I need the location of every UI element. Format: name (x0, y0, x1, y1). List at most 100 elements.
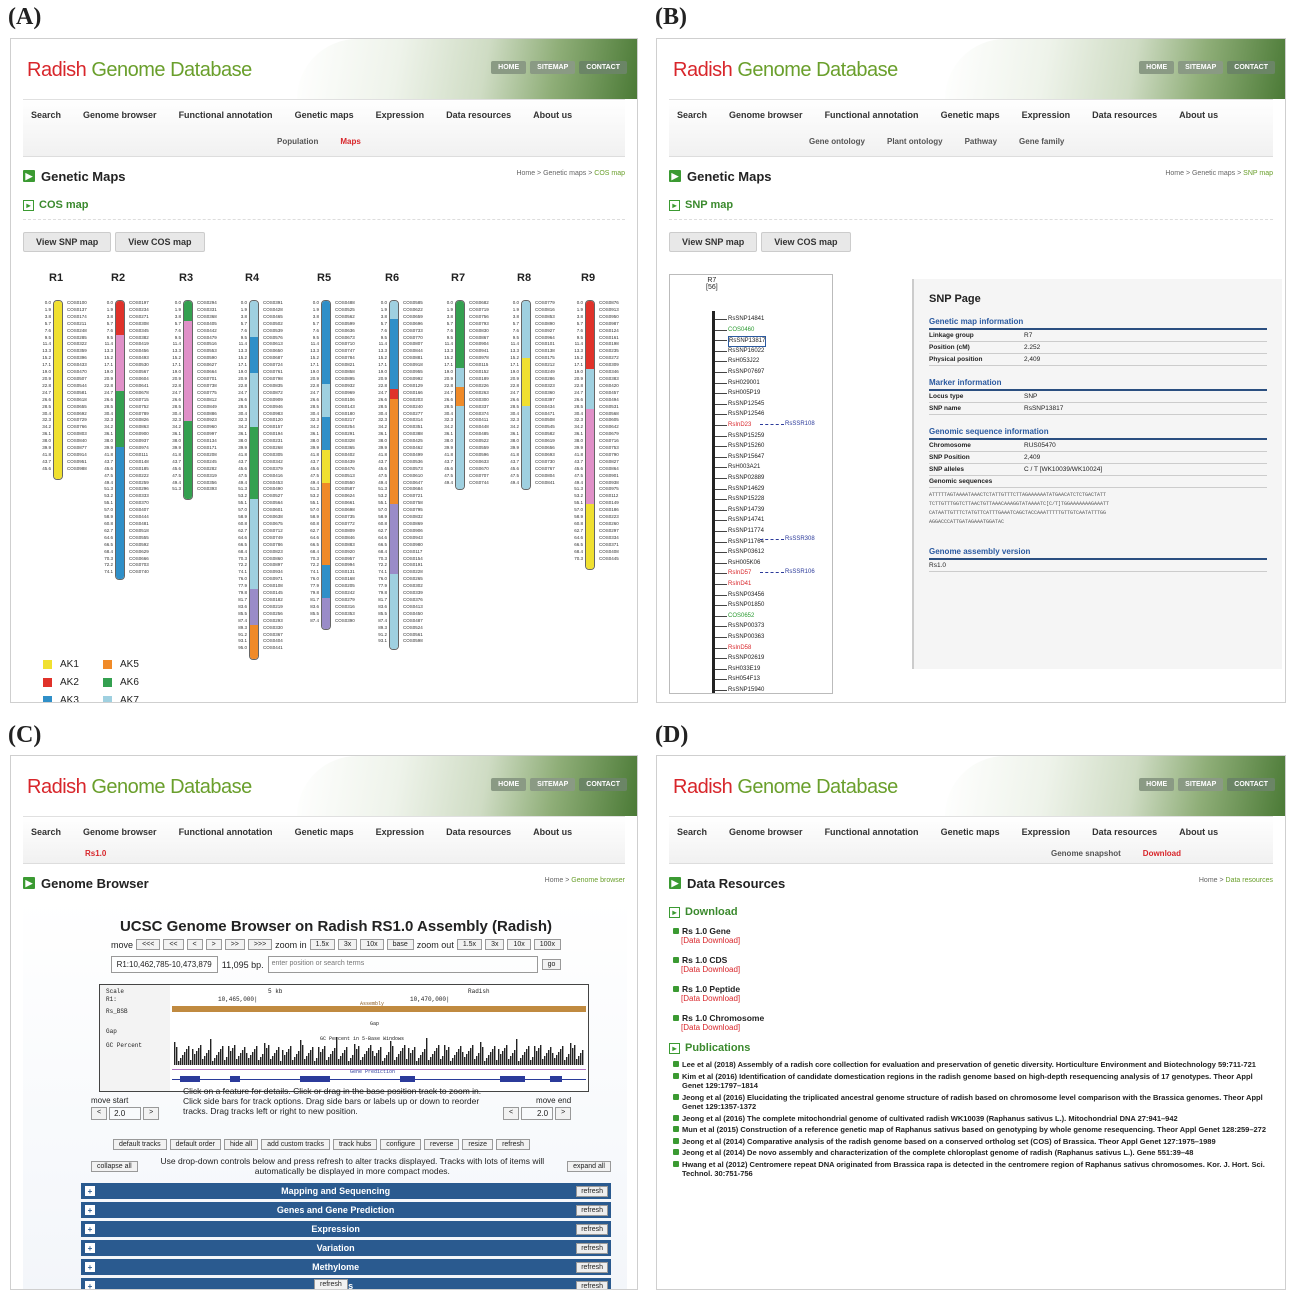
zoom-out-button[interactable]: 10x (507, 939, 531, 950)
marker-RsSNP00373[interactable]: RsSNP00373 (728, 622, 764, 631)
track-group[interactable]: + Expression refresh (81, 1221, 611, 1237)
nav-genetic-maps[interactable]: Genetic maps (295, 110, 354, 120)
refresh-button[interactable]: refresh (576, 1204, 608, 1216)
snp-linkage-map[interactable]: R7 [56] RsSNP14841 COS0460 RsSNP13817 RsSNP1… (669, 274, 833, 694)
data-download-link[interactable]: [Data Download] (681, 936, 740, 945)
tool-button[interactable]: resize (462, 1139, 494, 1150)
zoom-in-button[interactable]: 1.5x (309, 939, 335, 950)
move-button[interactable]: >> (224, 939, 245, 950)
move-end-right-button[interactable]: > (555, 1107, 572, 1120)
nav-genetic-maps[interactable]: Genetic maps (941, 827, 1000, 837)
marker-RsInD57[interactable]: RsInD57 (728, 569, 751, 578)
view-snp-map-button[interactable]: View SNP map (669, 232, 758, 252)
zoom-out-button[interactable]: 3x (485, 939, 505, 950)
marker-RsSNP11774[interactable]: RsSNP11774 (728, 527, 764, 536)
expand-icon[interactable]: + (85, 1243, 95, 1253)
marker-RsInD41[interactable]: RsInD41 (728, 580, 751, 589)
publication-item[interactable]: Jeong et al (2016) The complete mitochon… (673, 1114, 1269, 1124)
home-button[interactable]: HOME (491, 778, 527, 791)
tool-button[interactable]: add custom tracks (261, 1139, 330, 1150)
tool-button[interactable]: reverse (424, 1139, 460, 1150)
chromosome-R7[interactable] (455, 300, 465, 490)
marker-RsSNP14741[interactable]: RsSNP14741 (728, 516, 764, 525)
contact-button[interactable]: CONTACT (579, 778, 627, 791)
move-button[interactable]: << (163, 939, 184, 950)
marker-RsInD58[interactable]: RsInD58 (728, 644, 751, 653)
home-button[interactable]: HOME (491, 61, 527, 74)
move-end-left-button[interactable]: < (503, 1107, 520, 1120)
tool-button[interactable]: default tracks (113, 1139, 167, 1150)
subnav-genome-snapshot[interactable]: Genome snapshot (1051, 849, 1121, 858)
marker-RsSNP00363[interactable]: RsSNP00363 (728, 633, 764, 642)
move-end-input[interactable]: 2.0 (521, 1107, 554, 1120)
expand-icon[interactable]: + (85, 1205, 95, 1215)
view-cos-map-button[interactable]: View COS map (761, 232, 851, 252)
subnav-rs10[interactable]: Rs1.0 (85, 849, 106, 858)
side-marker[interactable]: RsSSR308 (785, 535, 815, 544)
expand-icon[interactable]: + (85, 1262, 95, 1272)
nav-data-resources[interactable]: Data resources (1092, 110, 1157, 120)
expand-icon[interactable]: + (85, 1186, 95, 1196)
tool-button[interactable]: track hubs (332, 1139, 378, 1150)
site-logo[interactable]: Radish Genome Database (673, 776, 898, 799)
tool-button[interactable]: configure (380, 1139, 422, 1150)
publication-item[interactable]: Jeong et al (2014) Comparative analysis … (673, 1137, 1269, 1147)
sitemap-button[interactable]: SITEMAP (530, 778, 576, 791)
track-group[interactable]: + Variation refresh (81, 1240, 611, 1256)
marker-RsSNP03456[interactable]: RsSNP03456 (728, 591, 764, 600)
sitemap-button[interactable]: SITEMAP (1178, 778, 1224, 791)
publication-item[interactable]: Jeong et al (2014) De novo assembly and … (673, 1148, 1269, 1158)
nav-about-us[interactable]: About us (1179, 110, 1218, 120)
marker-RsSNP14841[interactable]: RsSNP14841 (728, 315, 764, 324)
marker-RsH003A21[interactable]: RsH003A21 (728, 463, 760, 472)
move-button[interactable]: > (205, 939, 222, 950)
subnav-gene-family[interactable]: Gene family (1019, 137, 1064, 146)
nav-data-resources[interactable]: Data resources (1092, 827, 1157, 837)
nav-about-us[interactable]: About us (533, 110, 572, 120)
marker-RsSNP12545[interactable]: RsSNP12545 (728, 400, 764, 409)
move-button[interactable]: <<< (136, 939, 161, 950)
nav-search[interactable]: Search (677, 110, 707, 120)
subnav-maps[interactable]: Maps (340, 137, 360, 146)
chromosome-R6[interactable] (389, 300, 399, 650)
subnav-plant-ontology[interactable]: Plant ontology (887, 137, 943, 146)
zoom-in-button[interactable]: 3x (337, 939, 358, 950)
move-start-input[interactable]: 2.0 (109, 1107, 142, 1120)
home-button[interactable]: HOME (1139, 61, 1175, 74)
view-cos-map-button[interactable]: View COS map (115, 232, 205, 252)
chromosome-R9[interactable] (585, 300, 595, 570)
sitemap-button[interactable]: SITEMAP (1178, 61, 1224, 74)
marker-RsSNP14629[interactable]: RsSNP14629 (728, 485, 764, 494)
marker-RsInD23[interactable]: RsInD23 (728, 421, 751, 430)
refresh-button[interactable]: refresh (576, 1242, 608, 1254)
move-button[interactable]: >>> (247, 939, 273, 950)
view-snp-map-button[interactable]: View SNP map (23, 232, 112, 252)
site-logo[interactable]: Radish Genome Database (673, 59, 898, 82)
sitemap-button[interactable]: SITEMAP (530, 61, 576, 74)
marker-RsSNP15940[interactable]: RsSNP15940 (728, 686, 764, 693)
home-button[interactable]: HOME (1139, 778, 1175, 791)
track-image[interactable]: Scale R1: Rs_BSB Gap GC Percent 5 kb Radish 10,… (99, 984, 589, 1092)
publication-item[interactable]: Jeong et al (2016) Elucidating the tripl… (673, 1093, 1269, 1112)
go-button[interactable]: go (541, 959, 562, 970)
zoom-in-button[interactable]: base (386, 939, 414, 950)
tool-button[interactable]: refresh (496, 1139, 530, 1150)
marker-RsSNP07697[interactable]: RsSNP07697 (728, 368, 764, 377)
marker-RsH005K06[interactable]: RsH005K06 (728, 559, 760, 568)
tool-button[interactable]: default order (169, 1139, 221, 1150)
nav-functional-annotation[interactable]: Functional annotation (825, 110, 919, 120)
track-image-svg[interactable]: ScaleR1: Rs_BSB Gap GC Percent 5 kb Radish 10,… (100, 985, 588, 1091)
chromosome-R5[interactable] (321, 300, 331, 630)
expand-all-button[interactable]: expand all (567, 1160, 611, 1172)
nav-functional-annotation[interactable]: Functional annotation (179, 110, 273, 120)
nav-search[interactable]: Search (677, 827, 707, 837)
nav-functional-annotation[interactable]: Functional annotation (179, 827, 273, 837)
nav-genome-browser[interactable]: Genome browser (83, 827, 157, 837)
chromosome-R1[interactable] (53, 300, 63, 480)
marker-RsSNP15259[interactable]: RsSNP15259 (728, 432, 764, 441)
nav-genome-browser[interactable]: Genome browser (729, 827, 803, 837)
side-marker[interactable]: RsSSR106 (785, 568, 815, 577)
expand-icon[interactable]: + (85, 1224, 95, 1234)
marker-RsH054F13[interactable]: RsH054F13 (728, 675, 760, 684)
chromosome-R2[interactable] (115, 300, 125, 580)
